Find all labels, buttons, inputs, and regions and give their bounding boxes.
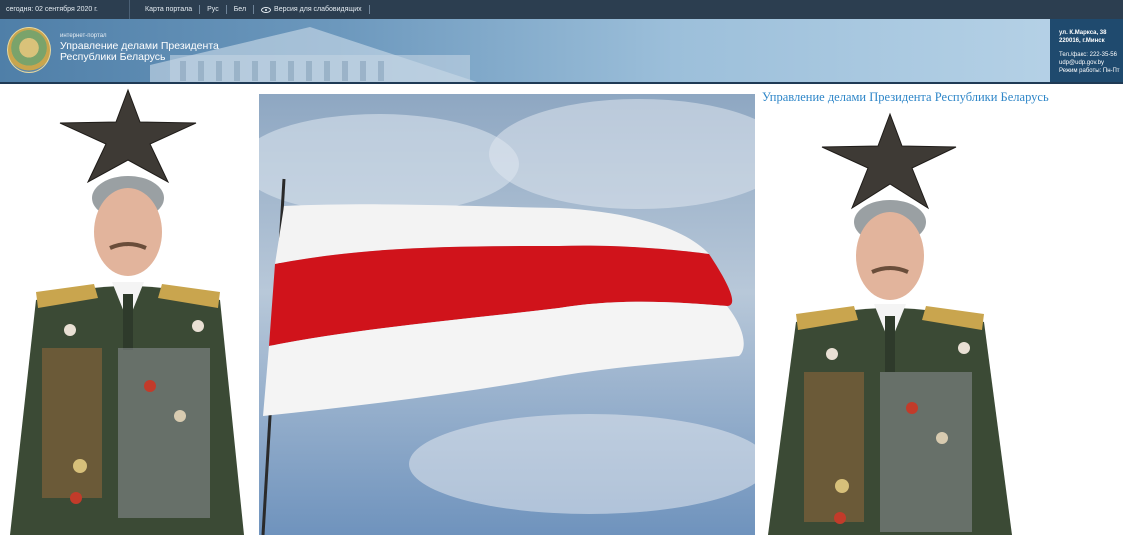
star-icon	[821, 112, 957, 210]
general-image-left	[10, 88, 244, 535]
org-name-line2: Республики Беларусь	[60, 51, 166, 63]
site-brand[interactable]: интернет-портал Управление делами Презид…	[60, 33, 219, 63]
email-link[interactable]: udp@udp.gov.by	[1059, 59, 1123, 67]
address-line1: ул. К.Маркса, 38	[1059, 30, 1107, 36]
general-image-right	[768, 112, 1012, 535]
address-line2: 220016, г.Минск	[1059, 38, 1105, 44]
site-header-banner: интернет-портал Управление делами Презид…	[0, 19, 1123, 84]
lang-be-link[interactable]: Бел	[227, 5, 255, 14]
star-icon	[59, 88, 197, 184]
low-vision-label: Версия для слабовидящих	[274, 6, 362, 13]
coat-of-arms-icon[interactable]	[7, 27, 51, 73]
sitemap-link[interactable]: Карта портала	[138, 5, 201, 14]
utility-links: Карта портала Рус Бел Версия для слабови…	[130, 0, 370, 19]
white-red-white-flag-photo	[259, 94, 755, 535]
phone-fax: Тел./факс: 222-35-56	[1059, 52, 1117, 58]
lang-ru-link[interactable]: Рус	[200, 5, 227, 14]
top-utility-bar: сегодня: 02 сентября 2020 г. Карта порта…	[0, 0, 1123, 19]
working-hours: Режим работы: Пн-Пт	[1059, 68, 1120, 74]
current-date: сегодня: 02 сентября 2020 г.	[0, 0, 130, 19]
eye-icon	[261, 6, 272, 13]
low-vision-link[interactable]: Версия для слабовидящих	[254, 5, 370, 14]
portal-label: интернет-портал	[60, 33, 107, 39]
contact-panel: ул. К.Маркса, 38 220016, г.Минск Тел./фа…	[1050, 19, 1123, 82]
